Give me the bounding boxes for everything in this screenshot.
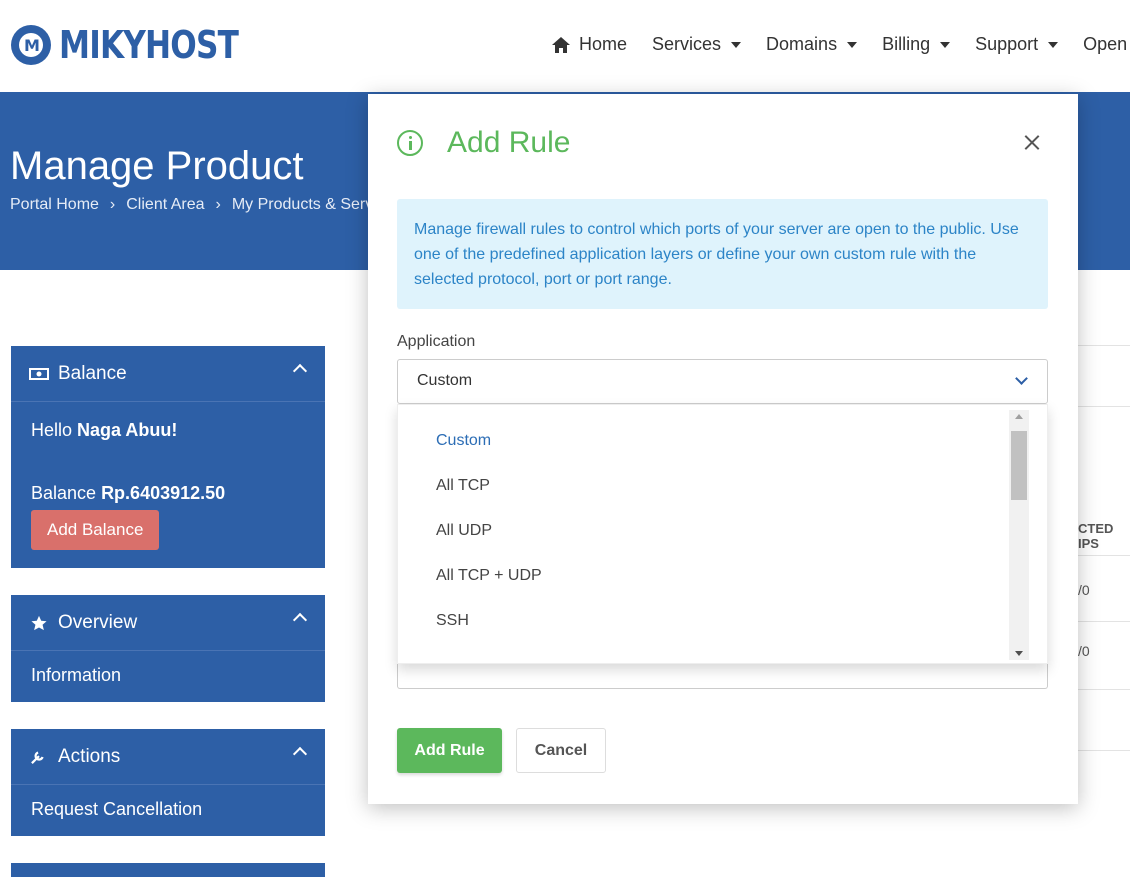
option-all-tcp-udp[interactable]: All TCP + UDP [436, 567, 542, 585]
caret-down-icon [731, 41, 742, 48]
sidebar-panel-partial [11, 863, 325, 877]
greeting: Hello Naga Abuu! [31, 420, 178, 440]
table-border [1078, 406, 1130, 407]
table-border [1078, 345, 1130, 346]
dropdown-scrollbar[interactable] [1009, 410, 1029, 660]
nav-services[interactable]: Services [652, 34, 742, 55]
scroll-down-icon[interactable] [1015, 651, 1023, 656]
info-icon [397, 130, 423, 156]
nav-home[interactable]: Home [551, 34, 627, 55]
overview-panel-header[interactable]: Overview [11, 595, 325, 651]
table-border [1078, 750, 1130, 751]
breadcrumb-portal-home[interactable]: Portal Home [10, 196, 99, 214]
chevron-up-icon [292, 363, 308, 379]
table-cell-fragment: /0 [1078, 643, 1090, 659]
option-ssh[interactable]: SSH [436, 612, 469, 630]
table-border [1078, 689, 1130, 690]
chevron-right-icon: › [215, 196, 221, 213]
table-border [1078, 621, 1130, 622]
balance-amount: Balance Rp.6403912.50 [31, 483, 226, 503]
nav-open-ticket[interactable]: Open T [1083, 34, 1130, 55]
table-border [1078, 555, 1130, 556]
caret-down-icon [940, 41, 951, 48]
brand-name: MIKYHOST [59, 23, 239, 67]
star-icon [31, 615, 47, 630]
chevron-right-icon: › [109, 196, 116, 213]
caret-down-icon [847, 41, 858, 48]
info-alert: Manage firewall rules to control which p… [397, 199, 1048, 309]
top-header: M MIKYHOST Home Services Domains Billing… [0, 0, 1130, 92]
actions-panel: Actions Request Cancellation [11, 729, 325, 836]
brand-logo[interactable]: M MIKYHOST [11, 23, 277, 67]
logo-icon: M [11, 25, 51, 65]
overview-panel: Overview Information [11, 595, 325, 702]
actions-panel-header[interactable]: Actions [11, 729, 325, 785]
nav-billing[interactable]: Billing [882, 34, 951, 55]
table-header-fragment: CTED IPS [1078, 521, 1114, 551]
balance-panel: Balance Hello Naga Abuu! Balance Rp.6403… [11, 346, 325, 568]
scroll-thumb[interactable] [1011, 431, 1027, 500]
nav-support[interactable]: Support [975, 34, 1059, 55]
breadcrumb: Portal Home › Client Area › My Products … [10, 196, 373, 214]
add-rule-button[interactable]: Add Rule [397, 728, 502, 773]
chevron-down-icon [1015, 372, 1028, 385]
add-balance-button[interactable]: Add Balance [31, 510, 160, 550]
caret-down-icon [1048, 41, 1059, 48]
application-dropdown: Custom All TCP All UDP All TCP + UDP SSH [397, 404, 1048, 664]
money-icon [29, 367, 49, 380]
sidebar-item-information[interactable]: Information [11, 651, 325, 704]
chevron-up-icon [292, 746, 308, 762]
breadcrumb-my-products[interactable]: My Products & Serv [232, 196, 373, 214]
application-label: Application [397, 333, 476, 350]
home-icon [552, 36, 570, 53]
sidebar-item-request-cancellation[interactable]: Request Cancellation [11, 785, 325, 838]
nav-domains[interactable]: Domains [766, 34, 858, 55]
chevron-up-icon [292, 612, 308, 628]
breadcrumb-client-area[interactable]: Client Area [126, 196, 204, 214]
table-cell-fragment: /0 [1078, 582, 1090, 598]
modal-title: Add Rule [447, 126, 571, 159]
option-all-tcp[interactable]: All TCP [436, 477, 490, 495]
main-nav: Home Services Domains Billing Support Op… [551, 34, 1130, 55]
balance-panel-header[interactable]: Balance [11, 346, 325, 402]
close-icon[interactable] [1022, 132, 1042, 152]
option-custom[interactable]: Custom [436, 432, 491, 450]
wrench-icon [31, 750, 44, 764]
scroll-up-icon[interactable] [1015, 414, 1023, 419]
application-select[interactable]: Custom [397, 359, 1048, 404]
option-all-udp[interactable]: All UDP [436, 522, 492, 540]
page-title: Manage Product [10, 144, 304, 188]
cancel-button[interactable]: Cancel [516, 728, 606, 773]
add-rule-modal: Add Rule Manage firewall rules to contro… [368, 94, 1078, 804]
